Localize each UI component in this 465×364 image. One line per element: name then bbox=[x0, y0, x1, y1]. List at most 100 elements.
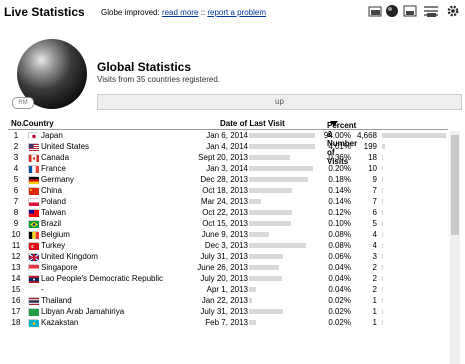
last-visit-date: Dec 3, 2013 bbox=[204, 241, 248, 250]
visit-count: 1 bbox=[372, 296, 377, 305]
country-name: United States bbox=[41, 142, 90, 151]
map-2d-icon[interactable] bbox=[368, 4, 382, 18]
visit-bar bbox=[382, 243, 383, 248]
row-number: 8 bbox=[13, 208, 19, 217]
visit-bar bbox=[382, 298, 383, 303]
table-row[interactable]: 13 Singapore June 26, 2013 0.04% 2 bbox=[8, 262, 448, 273]
last-visit-date: Oct 22, 2013 bbox=[202, 208, 248, 217]
visit-count: 4,668 bbox=[356, 131, 377, 140]
visit-bar bbox=[382, 320, 383, 325]
report-problem-link[interactable]: report a problem bbox=[207, 8, 266, 17]
up-button[interactable]: up bbox=[97, 94, 462, 110]
visit-count: 2 bbox=[372, 263, 377, 272]
row-number: 2 bbox=[13, 142, 19, 151]
table-row[interactable]: 2 United States Jan 4, 2014 4.01% 199 bbox=[8, 141, 448, 152]
flag-icon bbox=[28, 132, 39, 140]
visit-count: 2 bbox=[372, 274, 377, 283]
table-row[interactable]: 3 Canada Sept 20, 2013 0.36% 18 bbox=[8, 152, 448, 163]
last-visit-date: Feb 7, 2013 bbox=[205, 318, 248, 327]
last-visit-date: Jan 4, 2014 bbox=[206, 142, 248, 151]
date-bar bbox=[249, 320, 256, 325]
table-row[interactable]: 18 Kazakstan Feb 7, 2013 0.02% 1 bbox=[8, 317, 448, 328]
visit-bar bbox=[382, 265, 383, 270]
visit-count: 7 bbox=[372, 186, 377, 195]
stats-table-body: 1 Japan Jan 6, 2014 94.00% 4,668 2 United Stat… bbox=[8, 130, 448, 364]
country-name: Thailand bbox=[41, 296, 72, 305]
flag-icon bbox=[28, 209, 39, 217]
visit-bar bbox=[382, 177, 383, 182]
scrollbar[interactable] bbox=[450, 131, 460, 364]
separator: :: bbox=[200, 8, 206, 17]
scrollbar-thumb[interactable] bbox=[451, 135, 459, 235]
table-row[interactable]: 10 Belgium June 9, 2013 0.08% 4 bbox=[8, 229, 448, 240]
date-bar bbox=[249, 232, 269, 237]
read-more-link[interactable]: read more bbox=[162, 8, 198, 17]
visit-count: 9 bbox=[372, 175, 377, 184]
visit-count: 18 bbox=[368, 153, 377, 162]
visit-percent: 0.08% bbox=[328, 241, 351, 250]
flag-icon bbox=[28, 154, 39, 162]
country-name: Singapore bbox=[41, 263, 78, 272]
visit-percent: 0.04% bbox=[328, 263, 351, 272]
country-name: Turkey bbox=[41, 241, 66, 250]
table-row[interactable]: 8 Taiwan Oct 22, 2013 0.12% 6 bbox=[8, 207, 448, 218]
date-bar bbox=[249, 155, 290, 160]
row-number: 4 bbox=[13, 164, 19, 173]
table-row[interactable]: 17 Libyan Arab Jamahiriya July 31, 2013 0.0… bbox=[8, 306, 448, 317]
table-row[interactable]: 12 United Kingdom July 31, 2013 0.06% 3 bbox=[8, 251, 448, 262]
row-number: 3 bbox=[13, 153, 19, 162]
country-name: Brazil bbox=[41, 219, 62, 228]
notice-text: Globe improved: bbox=[101, 8, 160, 17]
summary-subtitle: Visits from 35 countries registered. bbox=[97, 75, 221, 84]
table-row[interactable]: 15 - Apr 1, 2013 0.04% 2 bbox=[8, 284, 448, 295]
last-visit-date: July 31, 2013 bbox=[200, 307, 248, 316]
page-title: Live Statistics bbox=[4, 5, 85, 19]
row-number: 11 bbox=[11, 241, 21, 250]
col-date[interactable]: Date of Last Visit bbox=[220, 119, 285, 128]
visit-percent: 0.10% bbox=[328, 219, 351, 228]
col-no[interactable]: No. bbox=[11, 119, 24, 128]
row-number: 15 bbox=[11, 285, 21, 294]
globe-notice: Globe improved: read more :: report a pr… bbox=[101, 8, 266, 17]
country-name: Germany bbox=[41, 175, 74, 184]
visit-bar bbox=[382, 276, 383, 281]
globe-3d-icon[interactable] bbox=[385, 4, 399, 18]
visit-bar bbox=[382, 199, 383, 204]
table-row[interactable]: 1 Japan Jan 6, 2014 94.00% 4,668 bbox=[8, 130, 448, 141]
country-name: Libyan Arab Jamahiriya bbox=[41, 307, 125, 316]
table-row[interactable]: 16 Thailand Jan 22, 2013 0.02% 1 bbox=[8, 295, 448, 306]
row-number: 6 bbox=[13, 186, 19, 195]
date-bar bbox=[249, 188, 292, 193]
table-row[interactable]: 11 Turkey Dec 3, 2013 0.08% 4 bbox=[8, 240, 448, 251]
row-number: 14 bbox=[11, 274, 21, 283]
country-name: China bbox=[41, 186, 62, 195]
flag-icon bbox=[28, 253, 39, 261]
flag-icon bbox=[28, 198, 39, 206]
visit-count: 7 bbox=[372, 197, 377, 206]
country-name: Belgium bbox=[41, 230, 70, 239]
visit-bar bbox=[382, 221, 383, 226]
visit-bar bbox=[382, 254, 383, 259]
table-row[interactable]: 9 Brazil Oct 15, 2013 0.10% 5 bbox=[8, 218, 448, 229]
date-bar bbox=[249, 210, 292, 215]
table-row[interactable]: 4 France Jan 3, 2014 0.20% 10 bbox=[8, 163, 448, 174]
table-row[interactable]: 5 Germany Dec 28, 2013 0.18% 9 bbox=[8, 174, 448, 185]
last-visit-date: June 26, 2013 bbox=[197, 263, 248, 272]
date-bar bbox=[249, 298, 252, 303]
table-row[interactable]: 14 Lao People's Democratic Republic July 2… bbox=[8, 273, 448, 284]
gear-icon[interactable] bbox=[446, 4, 460, 18]
table-row[interactable]: 7 Poland Mar 24, 2013 0.14% 7 bbox=[8, 196, 448, 207]
visit-count: 2 bbox=[372, 285, 377, 294]
table-row[interactable]: 6 China Oct 18, 2013 0.14% 7 bbox=[8, 185, 448, 196]
visit-count: 4 bbox=[372, 241, 377, 250]
date-bar bbox=[249, 133, 315, 138]
col-country[interactable]: Country bbox=[23, 119, 54, 128]
fullscreen-icon[interactable] bbox=[403, 4, 417, 18]
row-number: 16 bbox=[11, 296, 21, 305]
visit-bar bbox=[382, 155, 383, 160]
tools-icon[interactable] bbox=[423, 4, 439, 18]
flag-icon bbox=[28, 231, 39, 239]
flag-icon bbox=[28, 165, 39, 173]
top-bar: Live Statistics Globe improved: read mor… bbox=[0, 0, 465, 22]
country-name: Kazakstan bbox=[41, 318, 79, 327]
